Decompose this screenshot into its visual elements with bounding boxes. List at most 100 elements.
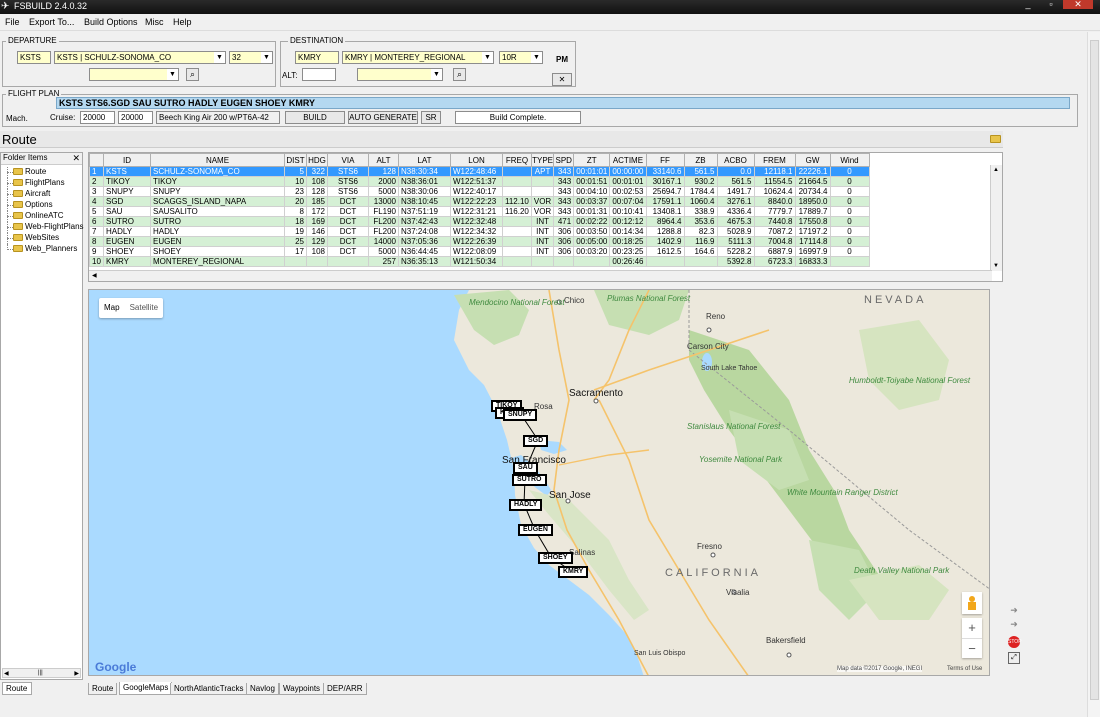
cruise-alt-field-2[interactable]: 20000 bbox=[118, 111, 153, 124]
folder-tab-route[interactable]: Route bbox=[2, 682, 32, 695]
alternate-field[interactable] bbox=[302, 68, 336, 81]
arrow-right-icon[interactable]: ➜ bbox=[1006, 619, 1022, 633]
map-type-satellite[interactable]: Satellite bbox=[125, 298, 163, 317]
chevron-down-icon[interactable]: ▼ bbox=[261, 52, 272, 63]
maximize-icon[interactable]: ▫ bbox=[1040, 0, 1062, 9]
minimize-icon[interactable]: _ bbox=[1017, 0, 1039, 9]
close-icon[interactable]: ✕ bbox=[1063, 0, 1093, 9]
table-row[interactable]: 3 SNUPY SNUPY 23 128 STS6 5000 N38:30:06 W122:40… bbox=[89, 186, 870, 197]
waypoint-marker-snupy[interactable]: SNUPY bbox=[503, 409, 538, 421]
arrow-right-icon[interactable]: ➜ bbox=[1006, 605, 1022, 617]
waypoint-marker-hadly[interactable]: HADLY bbox=[509, 499, 543, 511]
star-select[interactable]: ▼ bbox=[357, 68, 443, 81]
window-scrollbar[interactable] bbox=[1087, 32, 1100, 717]
table-row[interactable]: 4 SGD SCAGGS_ISLAND_NAPA 20 185 DCT 13000 N38:1… bbox=[89, 196, 870, 207]
export-icon[interactable]: ⤢ bbox=[1008, 652, 1020, 664]
column-header[interactable]: ZT bbox=[573, 153, 611, 167]
map-terms-link[interactable]: Terms of Use bbox=[947, 666, 982, 672]
navlog-hscroll[interactable]: ◀ bbox=[89, 270, 992, 281]
waypoint-marker-sutro[interactable]: SUTRO bbox=[512, 474, 547, 486]
table-row[interactable]: 10 KMRY MONTEREY_REGIONAL 257 N36:35:13 W121:… bbox=[89, 256, 870, 267]
column-header[interactable]: TYPE bbox=[530, 153, 555, 167]
chevron-down-icon[interactable]: ▼ bbox=[167, 69, 178, 80]
table-row[interactable]: 8 EUGEN EUGEN 25 129 DCT 14000 N37:05:36 W122:26… bbox=[89, 236, 870, 247]
table-row[interactable]: 7 HADLY HADLY 19 146 DCT FL200 N37:24:08 W122:34… bbox=[89, 226, 870, 237]
column-header[interactable]: FF bbox=[645, 153, 685, 167]
folder-item-aircraft[interactable]: Aircraft bbox=[3, 189, 84, 200]
tab-waypoints[interactable]: Waypoints bbox=[279, 683, 325, 695]
chevron-down-icon[interactable]: ▼ bbox=[482, 52, 493, 63]
tab-dep-arr[interactable]: DEP/ARR bbox=[323, 683, 367, 695]
tab-northatlantictracks[interactable]: NorthAtlanticTracks bbox=[170, 683, 248, 695]
column-header[interactable]: FREM bbox=[753, 153, 796, 167]
tab-route[interactable]: Route bbox=[88, 683, 118, 695]
menu-export[interactable]: Export To... bbox=[29, 17, 74, 27]
aircraft-field[interactable]: Beech King Air 200 w/PT6A-42 bbox=[156, 111, 280, 124]
table-row[interactable]: 9 SHOEY SHOEY 17 108 DCT 5000 N36:44:45 W122:08:… bbox=[89, 246, 870, 257]
destination-search-button[interactable]: ⌕ bbox=[453, 68, 466, 81]
sid-select[interactable]: ▼ bbox=[89, 68, 179, 81]
table-row[interactable]: 6 SUTRO SUTRO 18 169 DCT FL200 N37:42:43 W122:32… bbox=[89, 216, 870, 227]
auto-generate-button[interactable]: AUTO GENERATE bbox=[348, 111, 418, 124]
column-header[interactable]: ACBO bbox=[716, 153, 755, 167]
menu-build-options[interactable]: Build Options bbox=[84, 17, 138, 27]
waypoint-marker-kmry[interactable]: KMRY bbox=[558, 566, 589, 578]
table-row[interactable]: 1 KSTS SCHULZ-SONOMA_CO 5 322 STS6 128 N38:30:3… bbox=[89, 166, 870, 177]
folder-item-web-planners[interactable]: Web_Planners bbox=[3, 244, 84, 255]
chevron-down-icon[interactable]: ▼ bbox=[531, 52, 542, 63]
waypoint-marker-eugen[interactable]: EUGEN bbox=[518, 524, 553, 536]
google-map[interactable]: Map Satellite Mendocino National Forest P… bbox=[88, 289, 990, 676]
waypoint-marker-shoey[interactable]: SHOEY bbox=[538, 552, 573, 564]
departure-airport-select[interactable]: KSTS | SCHULZ-SONOMA_CO ▼ bbox=[54, 51, 226, 64]
column-header[interactable]: LAT bbox=[398, 153, 451, 167]
cruise-alt-field[interactable]: 20000 bbox=[80, 111, 115, 124]
column-header[interactable]: HDG bbox=[306, 153, 328, 167]
waypoint-marker-sgd[interactable]: SGD bbox=[523, 435, 549, 447]
departure-runway-select[interactable]: 32 ▼ bbox=[229, 51, 273, 64]
column-header[interactable]: GW bbox=[794, 153, 831, 167]
sr-button[interactable]: SR bbox=[421, 111, 441, 124]
column-header[interactable]: ID bbox=[103, 153, 151, 167]
pm-button[interactable]: PM bbox=[552, 54, 572, 67]
column-header[interactable] bbox=[89, 153, 104, 167]
folder-item-onlineatc[interactable]: OnlineATC bbox=[3, 211, 84, 222]
build-button[interactable]: BUILD bbox=[285, 111, 345, 124]
swap-button[interactable]: ✕ bbox=[552, 73, 572, 86]
map-type-map[interactable]: Map bbox=[99, 298, 125, 317]
folder-icon[interactable] bbox=[990, 135, 1001, 143]
zoom-out-button[interactable]: − bbox=[962, 638, 982, 658]
destination-code-field[interactable]: KMRY bbox=[295, 51, 339, 64]
folder-scrollbar[interactable]: ◀ ||| ▶ bbox=[2, 668, 81, 678]
folder-item-flightplans[interactable]: FlightPlans bbox=[3, 178, 84, 189]
tab-navlog[interactable]: Navlog bbox=[246, 683, 279, 695]
chevron-down-icon[interactable]: ▼ bbox=[214, 52, 225, 63]
column-header[interactable]: FREQ bbox=[502, 153, 532, 167]
column-header[interactable]: ALT bbox=[368, 153, 399, 167]
navlog-vscroll[interactable]: ▲ ▼ bbox=[990, 165, 1002, 271]
tab-googlemaps[interactable]: GoogleMaps bbox=[119, 682, 173, 695]
column-header[interactable]: NAME bbox=[150, 153, 285, 167]
column-header[interactable]: ACTIME bbox=[609, 153, 647, 167]
stop-icon[interactable]: STOP bbox=[1008, 636, 1022, 648]
column-header[interactable]: LON bbox=[450, 153, 503, 167]
route-string-field[interactable]: KSTS STS6.SGD SAU SUTRO HADLY EUGEN SHOE… bbox=[56, 97, 1070, 109]
pegman-icon[interactable] bbox=[962, 592, 982, 614]
menu-misc[interactable]: Misc bbox=[145, 17, 164, 27]
zoom-in-button[interactable]: + bbox=[962, 618, 982, 638]
departure-code-field[interactable]: KSTS bbox=[17, 51, 51, 64]
folder-item-websites[interactable]: WebSites bbox=[3, 233, 84, 244]
chevron-down-icon[interactable]: ▼ bbox=[431, 69, 442, 80]
folder-item-web-flightplans[interactable]: Web-FlightPlans bbox=[3, 222, 84, 233]
folder-item-route[interactable]: Route bbox=[3, 167, 84, 178]
menu-help[interactable]: Help bbox=[173, 17, 192, 27]
destination-runway-select[interactable]: 10R ▼ bbox=[499, 51, 543, 64]
departure-search-button[interactable]: ⌕ bbox=[186, 68, 199, 81]
column-header[interactable]: Wind bbox=[829, 153, 870, 167]
waypoint-marker-sau[interactable]: SAU bbox=[513, 462, 538, 474]
column-header[interactable]: ZB bbox=[683, 153, 718, 167]
folder-item-options[interactable]: Options bbox=[3, 200, 84, 211]
column-header[interactable]: DIST bbox=[284, 153, 307, 167]
column-header[interactable]: VIA bbox=[327, 153, 369, 167]
destination-airport-select[interactable]: KMRY | MONTEREY_REGIONAL ▼ bbox=[342, 51, 494, 64]
menu-file[interactable]: File bbox=[5, 17, 20, 27]
